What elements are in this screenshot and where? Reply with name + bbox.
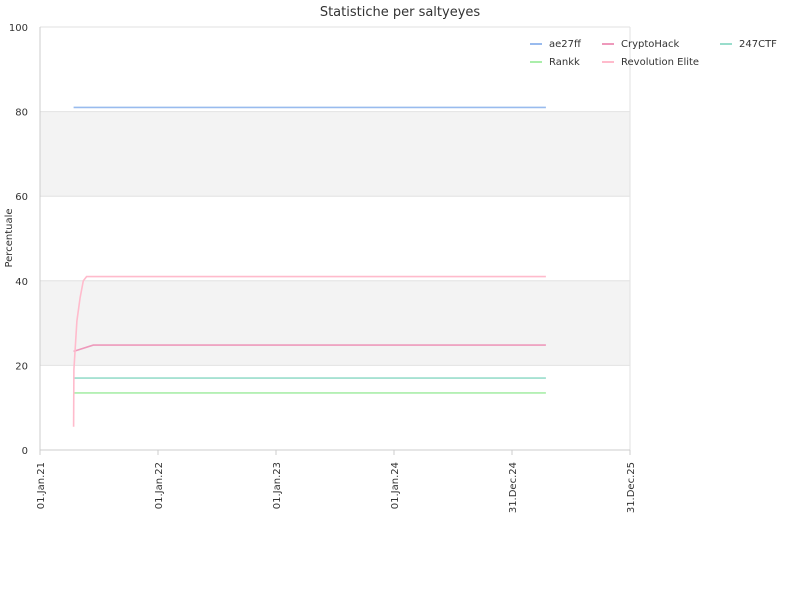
legend-label-ae27ff: ae27ff (549, 39, 582, 50)
y-axis-label: Percentuale (4, 208, 15, 267)
x-axis-ticks: 01.Jan.21 01.Jan.22 01.Jan.23 01.Jan.24 31.D… (36, 450, 637, 513)
line-chart: Statistiche per saltyeyes 0 20 40 60 80 100 0… (4, 5, 777, 513)
y-tick-label-100: 100 (9, 23, 28, 34)
grid-band-0 (40, 280, 630, 366)
grid-bands (40, 111, 630, 366)
legend-label-revolution-elite: Revolution Elite (621, 57, 699, 68)
legend-label-247ctf: 247CTF (739, 39, 777, 50)
grid-lines (40, 26, 630, 451)
y-tick-label-60: 60 (15, 192, 28, 203)
x-tick-label-1: 01.Jan.22 (154, 462, 165, 509)
y-tick-label-40: 40 (15, 277, 28, 288)
axes (39, 27, 631, 451)
y-tick-label-80: 80 (15, 108, 28, 119)
chart-title: Statistiche per saltyeyes (320, 5, 481, 20)
x-tick-label-5: 31.Dec.25 (626, 462, 637, 513)
x-tick-label-0: 01.Jan.21 (36, 462, 47, 509)
x-tick-label-3: 01.Jan.24 (390, 462, 401, 509)
y-tick-label-0: 0 (22, 446, 28, 457)
y-tick-label-20: 20 (15, 361, 28, 372)
x-tick-label-2: 01.Jan.23 (272, 462, 283, 509)
grid-band-1 (40, 111, 630, 197)
x-tick-label-4: 31.Dec.24 (508, 462, 519, 513)
legend-label-cryptohack: CryptoHack (621, 39, 680, 50)
legend: ae27ff CryptoHack 247CTF Rankk Revolution El… (530, 39, 777, 68)
legend-label-rankk: Rankk (549, 57, 580, 68)
